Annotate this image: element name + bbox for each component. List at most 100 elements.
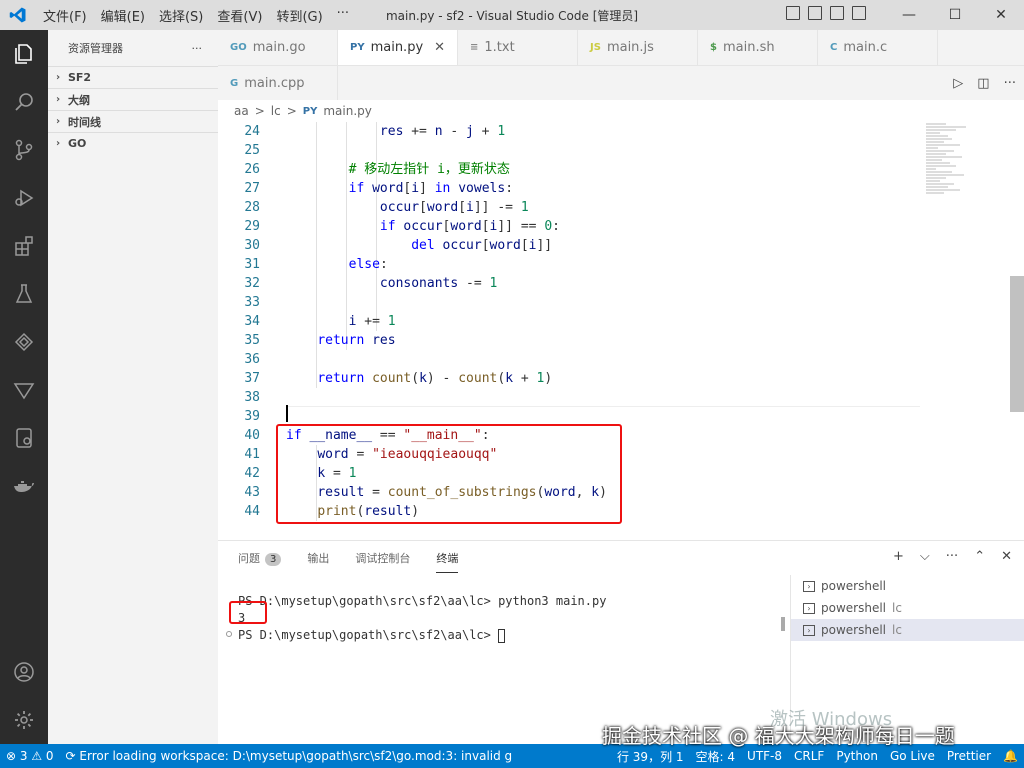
shell-file-icon: $ — [710, 42, 717, 53]
tab-main-c[interactable]: Cmain.c — [818, 30, 938, 65]
notifications-icon[interactable]: 🔔 — [997, 749, 1024, 763]
highlight-box-output — [229, 601, 267, 624]
code-line: 29 if occur[word[i]] == 0: — [244, 219, 560, 234]
cursor-position-status[interactable]: 行 39，列 1 — [611, 748, 690, 765]
code-line: 28 occur[word[i]] -= 1 — [244, 200, 529, 215]
account-icon[interactable] — [0, 648, 48, 696]
code-line: 35 return res — [244, 333, 396, 348]
remote-window-icon[interactable] — [0, 414, 48, 462]
close-button[interactable]: ✕ — [978, 0, 1024, 30]
tab-main-js[interactable]: JS main.js — [578, 30, 698, 65]
terminal-output[interactable]: PS D:\mysetup\gopath\src\sf2\aa\lc> pyth… — [218, 589, 790, 729]
menu-selection[interactable]: 选择(S) — [152, 6, 210, 25]
maximize-button[interactable]: ☐ — [932, 0, 978, 30]
toggle-secondary-sidebar-icon[interactable] — [830, 6, 844, 20]
testing-icon[interactable] — [0, 270, 48, 318]
explorer-title: 资源管理器 — [68, 42, 123, 55]
run-debug-icon[interactable] — [0, 174, 48, 222]
tab-main-go[interactable]: GO main.go — [218, 30, 338, 65]
minimap[interactable] — [926, 122, 996, 222]
eol-status[interactable]: CRLF — [788, 749, 830, 763]
maximize-panel-button[interactable]: ⌃ — [974, 549, 985, 564]
tab-terminal[interactable]: 终端 — [436, 550, 459, 573]
code-line: 27 if word[i] in vowels: — [244, 181, 514, 196]
code-line: 31 else: — [244, 257, 388, 272]
section-sf2[interactable]: › SF2 — [48, 66, 218, 88]
more-actions-icon[interactable]: ··· — [1004, 76, 1016, 91]
terminal-icon: › — [803, 580, 815, 592]
section-go[interactable]: › GO — [48, 132, 218, 154]
breadcrumb-lc[interactable]: lc — [271, 104, 281, 118]
section-timeline[interactable]: › 时间线 — [48, 110, 218, 132]
menu-view[interactable]: 查看(V) — [210, 6, 269, 25]
chevron-right-icon: › — [55, 116, 61, 127]
minimize-button[interactable]: — — [886, 0, 932, 30]
terminal-line: PS D:\mysetup\gopath\src\sf2\aa\lc> pyth… — [238, 594, 607, 608]
tab-main-sh[interactable]: $ main.sh — [698, 30, 818, 65]
tab-output[interactable]: 输出 — [307, 550, 329, 566]
highlight-box-main-block — [276, 424, 622, 524]
explorer-more-button[interactable]: ··· — [192, 42, 203, 55]
tab-main-cpp[interactable]: Gmain.cpp — [218, 66, 338, 101]
indentation-status[interactable]: 空格: 4 — [690, 748, 742, 765]
close-panel-button[interactable]: ✕ — [1001, 549, 1012, 564]
code-line: 34 i += 1 — [244, 314, 396, 329]
menu-go[interactable]: 转到(G) — [269, 6, 329, 25]
menu-file[interactable]: 文件(F) — [36, 6, 94, 25]
terminal-scrollbar[interactable] — [781, 617, 785, 631]
remote-explorer-icon[interactable] — [0, 318, 48, 366]
explorer-sidebar: 资源管理器 ··· › SF2 › 大纲 › 时间线 › GO — [48, 30, 218, 744]
explorer-icon[interactable] — [0, 30, 48, 78]
new-terminal-button[interactable]: + — [893, 549, 904, 564]
chevron-right-icon: › — [55, 72, 61, 83]
breadcrumb-separator: > — [286, 104, 297, 118]
extensions-icon[interactable] — [0, 222, 48, 270]
command-decoration-icon — [226, 631, 232, 637]
gear-icon[interactable] — [0, 696, 48, 744]
code-line: 33 — [244, 295, 260, 310]
panel-more-button[interactable]: ··· — [946, 549, 958, 564]
section-outline[interactable]: › 大纲 — [48, 88, 218, 110]
breadcrumb-aa[interactable]: aa — [234, 104, 249, 118]
tab-problems[interactable]: 问题 3 — [238, 550, 282, 566]
terminal-item-active[interactable]: › powershell lc — [791, 619, 1024, 641]
terminal-dropdown-icon[interactable]: ⌵ — [920, 549, 930, 564]
problems-status[interactable]: ⊗ 3 ⚠ 0 — [0, 749, 60, 763]
tab-main-py[interactable]: PY main.py ✕ — [338, 30, 458, 65]
tab-1-txt[interactable]: ≡ 1.txt — [458, 30, 578, 65]
terminal-icon: › — [803, 602, 815, 614]
customize-layout-icon[interactable] — [852, 6, 866, 20]
code-line: 36 — [244, 352, 260, 367]
split-editor-icon[interactable]: ◫ — [977, 76, 989, 91]
problems-count-badge: 3 — [265, 553, 282, 566]
terminal-item[interactable]: › powershell — [791, 575, 1024, 597]
vscode-logo-icon — [0, 6, 36, 24]
vscode-window: 文件(F) 编辑(E) 选择(S) 查看(V) 转到(G) ··· main.p… — [0, 0, 1024, 768]
toggle-sidebar-icon[interactable] — [786, 6, 800, 20]
workspace-error-status[interactable]: ⟳ Error loading workspace: D:\mysetup\go… — [60, 749, 519, 763]
search-icon[interactable] — [0, 78, 48, 126]
go-live-status[interactable]: Go Live — [884, 749, 941, 763]
go-file-icon: GO — [230, 42, 247, 53]
breadcrumb-main-py[interactable]: main.py — [323, 104, 372, 118]
close-tab-icon[interactable]: ✕ — [434, 40, 445, 55]
breadcrumb-separator: > — [254, 104, 265, 118]
code-line: 30 del occur[word[i]] — [244, 238, 553, 253]
language-status[interactable]: Python — [830, 749, 884, 763]
toggle-panel-icon[interactable] — [808, 6, 822, 20]
run-python-icon[interactable]: ▷ — [953, 76, 963, 91]
code-line: 38 — [244, 390, 260, 405]
prettier-status[interactable]: Prettier — [941, 749, 997, 763]
source-control-icon[interactable] — [0, 126, 48, 174]
encoding-status[interactable]: UTF-8 — [741, 749, 788, 763]
terminal-item[interactable]: › powershell lc — [791, 597, 1024, 619]
code-line: 25 — [244, 143, 260, 158]
tab-debug-console[interactable]: 调试控制台 — [355, 550, 410, 566]
menu-edit[interactable]: 编辑(E) — [94, 6, 152, 25]
docker-icon[interactable] — [0, 462, 48, 510]
menu-more[interactable]: ··· — [330, 6, 356, 25]
editor-actions: ▷ ◫ ··· — [953, 66, 1016, 101]
gitlens-icon[interactable] — [0, 366, 48, 414]
editor-scrollbar[interactable] — [1010, 276, 1024, 412]
chevron-right-icon: › — [55, 138, 61, 149]
